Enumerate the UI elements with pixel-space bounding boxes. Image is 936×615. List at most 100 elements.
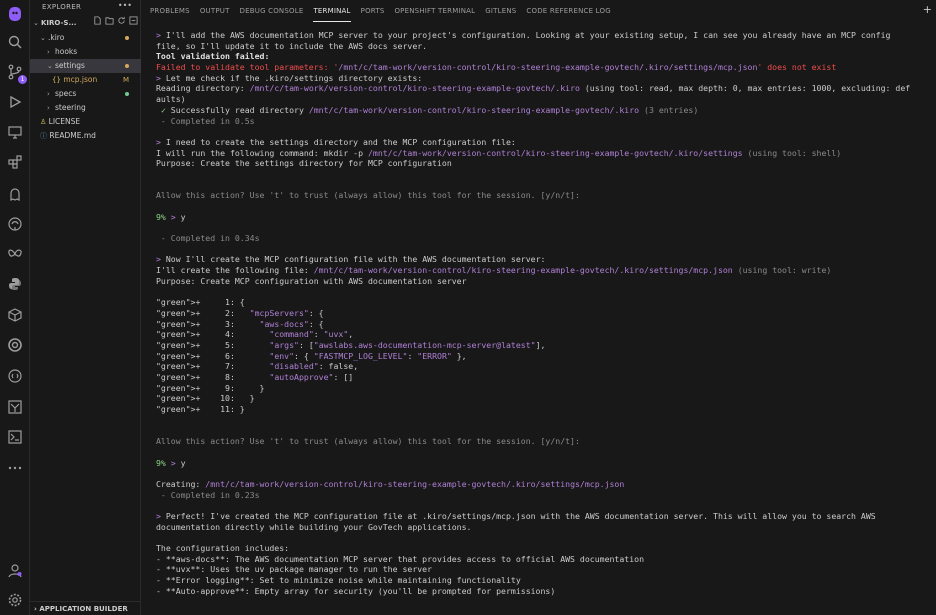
tree-item-hooks-folder[interactable]: › hooks <box>30 45 141 59</box>
bottom-panel: PROBLEMS OUTPUT DEBUG CONSOLE TERMINAL P… <box>142 0 936 615</box>
more-icon[interactable] <box>5 458 25 478</box>
application-builder-section[interactable]: › APPLICATION BUILDER <box>30 601 141 615</box>
terminal-line: "green">+ 6: "env": { "FASTMCP_LOG_LEVEL… <box>156 350 467 361</box>
untracked-dot-icon <box>125 92 129 96</box>
testing-icon[interactable] <box>5 427 25 447</box>
terminal-line: > I'll add the AWS documentation MCP ser… <box>156 30 891 40</box>
new-folder-icon[interactable] <box>105 16 114 25</box>
terminal-line: Creating: /mnt/c/tam-work/version-contro… <box>156 478 625 489</box>
terminal-line: "green">+ 2: "mcpServers": { <box>156 307 324 318</box>
tab-code-reference-log[interactable]: CODE REFERENCE LOG <box>526 0 610 22</box>
tree-item-steering-folder[interactable]: › steering <box>30 101 141 115</box>
terminal-line: "green">+ 9: } <box>156 382 265 393</box>
panel-tabs: PROBLEMS OUTPUT DEBUG CONSOLE TERMINAL P… <box>142 0 936 22</box>
terminal-line: "green">+ 7: "disabled": false, <box>156 361 359 372</box>
account-icon[interactable] <box>5 560 25 580</box>
terminal-line: "green">+ 5: "args": ["awslabs.aws-docum… <box>156 339 546 350</box>
terminal-line: "green">+ 4: "command": "uvx", <box>156 329 354 340</box>
terminal-line: Failed to validate tool parameters: '/mn… <box>156 62 837 73</box>
python-icon[interactable] <box>5 274 25 294</box>
chevron-down-icon: ⌄ <box>47 62 53 70</box>
new-file-icon[interactable] <box>93 16 102 25</box>
license-file-icon: ♙ <box>40 118 47 126</box>
github-icon[interactable] <box>5 214 25 234</box>
terminal-output[interactable]: > I'll add the AWS documentation MCP ser… <box>156 30 932 596</box>
tree-item-specs-folder[interactable]: › specs <box>30 87 141 101</box>
source-control-icon[interactable]: 1 <box>5 62 27 84</box>
tree-item-label: mcp.json <box>63 75 98 84</box>
terminal-line: > I need to create the settings director… <box>156 136 516 147</box>
terminal-line: The configuration includes: <box>156 543 290 553</box>
tree-item-label: README.md <box>49 131 96 140</box>
kiro-ghost-icon[interactable] <box>5 184 25 204</box>
terminal-line: - Completed in 0.34s <box>156 233 260 244</box>
tab-terminal[interactable]: TERMINAL <box>313 0 351 22</box>
tree-item-label: steering <box>55 103 86 112</box>
remote-explorer-icon[interactable] <box>5 122 25 142</box>
tab-problems[interactable]: PROBLEMS <box>150 0 190 22</box>
terminal-line: - Completed in 0.23s <box>156 489 260 500</box>
new-terminal-button[interactable]: + <box>923 3 932 16</box>
terminal-line: "green">+ 8: "autoApprove": [] <box>156 372 354 382</box>
tab-ports[interactable]: PORTS <box>361 0 385 22</box>
tree-item-kiro-folder[interactable]: ⌄ .kiro <box>30 31 141 45</box>
markdown-file-icon: ⓘ <box>40 132 47 140</box>
extensions-icon[interactable] <box>5 152 25 172</box>
explorer-sidebar: EXPLORER ••• ⌄ KIRO-S... ⌄ .kiro › hooks ⌄ s… <box>30 0 141 615</box>
terminal-line: I'll create the following file: /mnt/c/t… <box>156 265 832 276</box>
chevron-down-icon: ⌄ <box>40 34 46 42</box>
tree-item-label: .kiro <box>48 33 65 42</box>
tab-openshift-terminal[interactable]: OPENSHIFT TERMINAL <box>394 0 475 22</box>
terminal-line: Allow this action? Use 't' to trust (alw… <box>156 190 580 201</box>
refresh-icon[interactable] <box>117 16 126 25</box>
tree-item-license[interactable]: ♙ LICENSE <box>30 115 141 129</box>
tree-item-readme[interactable]: ⓘ README.md <box>30 129 141 143</box>
tab-debug-console[interactable]: DEBUG CONSOLE <box>240 0 304 22</box>
kiro-logo-icon[interactable] <box>5 4 25 24</box>
terminal-line: - **uvx**: Uses the uv package manager t… <box>156 564 433 575</box>
terminal-line: > Let me check if the .kiro/settings dir… <box>156 72 423 83</box>
run-debug-icon[interactable] <box>5 92 25 112</box>
terminal-line: Purpose: Create the settings directory f… <box>156 158 452 169</box>
terminal-line: "green">+ 11: } <box>156 404 245 415</box>
tree-item-mcp-json[interactable]: {} mcp.json M <box>30 73 141 87</box>
kiro-butterfly-icon[interactable] <box>5 244 25 264</box>
project-name: KIRO-S... <box>41 19 77 27</box>
modified-dot-icon <box>125 36 129 40</box>
tab-gitlens[interactable]: GITLENS <box>485 0 516 22</box>
collapse-all-icon[interactable] <box>129 16 138 25</box>
explorer-more-button[interactable]: ••• <box>118 0 132 12</box>
project-folder[interactable]: ⌄ KIRO-S... <box>30 16 141 30</box>
search-icon[interactable] <box>5 32 25 52</box>
gitlens-icon[interactable] <box>5 397 25 417</box>
settings-gear-icon[interactable] <box>5 590 25 610</box>
containers-icon[interactable] <box>5 305 25 325</box>
terminal-line: 9% > y <box>156 211 186 222</box>
terminal-line: file, so I'll update it to include the A… <box>156 40 428 51</box>
terminal-line: Tool validation failed: <box>156 51 270 62</box>
chat-icon[interactable] <box>5 366 25 386</box>
terminal-line: - **Error logging**: Set to minimize noi… <box>156 575 521 586</box>
chevron-down-icon: ⌄ <box>33 19 39 27</box>
chevron-right-icon: › <box>47 48 50 56</box>
terminal-line: I will run the following command: mkdir … <box>156 147 842 158</box>
openshift-icon[interactable] <box>5 335 25 355</box>
tree-item-label: hooks <box>55 47 78 56</box>
tree-item-settings-folder[interactable]: ⌄ settings <box>30 59 141 73</box>
terminal-line: - **Auto-approve**: Empty array for secu… <box>156 585 556 596</box>
terminal-line: > Perfect! I've created the MCP configur… <box>156 510 876 521</box>
tree-item-label: LICENSE <box>48 117 81 126</box>
source-control-badge: 1 <box>18 75 27 84</box>
terminal-line: 9% > y <box>156 457 186 468</box>
terminal-line: "green">+ 10: } <box>156 393 255 404</box>
tab-output[interactable]: OUTPUT <box>200 0 230 22</box>
